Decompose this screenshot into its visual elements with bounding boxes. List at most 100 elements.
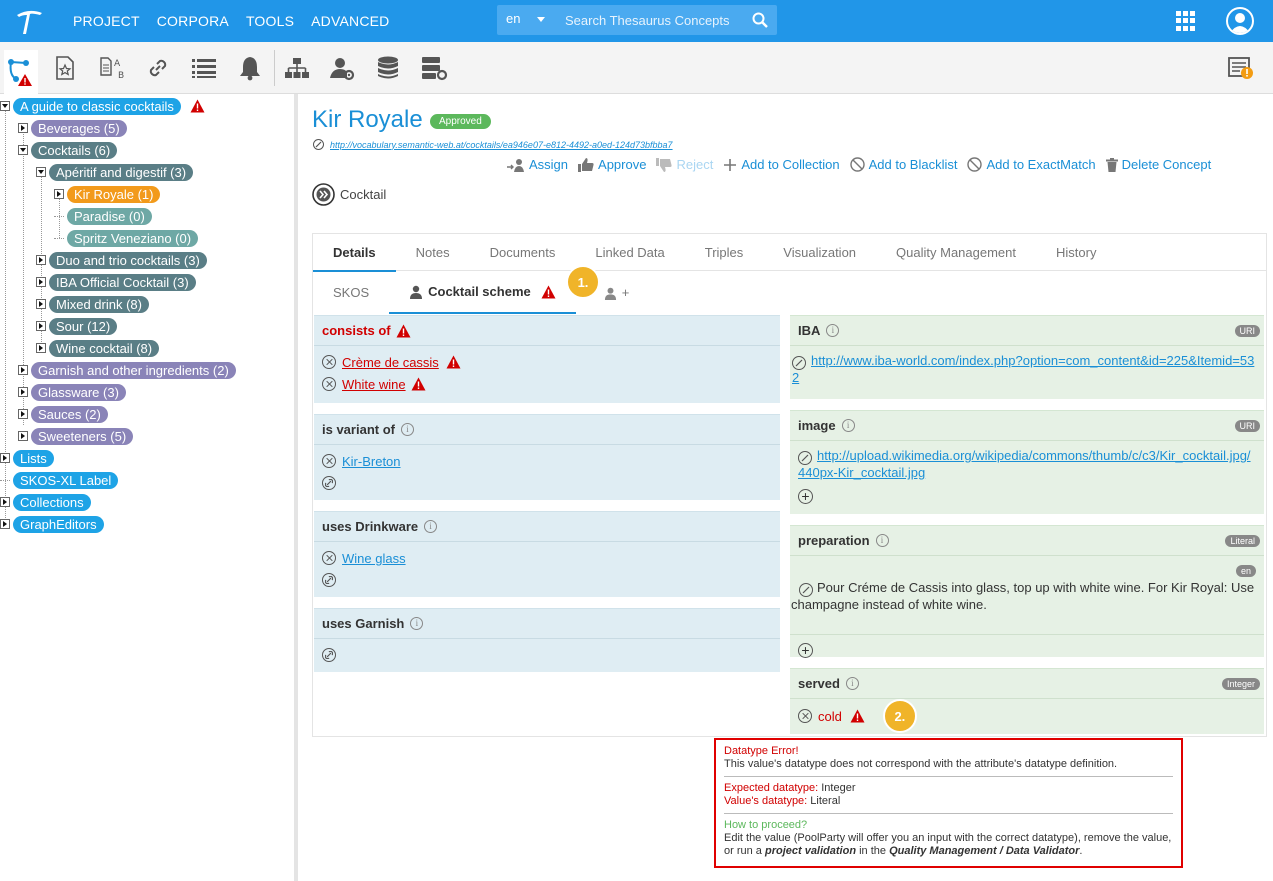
add-icon[interactable]: + <box>798 642 813 658</box>
tree-node[interactable]: Kir Royale (1) <box>54 185 161 203</box>
tree-node-label[interactable]: SKOS-XL Label <box>13 471 119 489</box>
info-icon[interactable]: i <box>410 617 424 630</box>
concept-uri-link[interactable]: http://vocabulary.semantic-web.at/cockta… <box>330 140 673 150</box>
nav-tools[interactable]: TOOLS <box>246 13 294 29</box>
tree-node-label[interactable]: Sweeteners (5) <box>31 427 134 445</box>
tree-node-label[interactable]: Spritz Veneziano (0) <box>67 229 199 247</box>
tab-details[interactable]: Details <box>313 234 396 272</box>
tree-node-label[interactable]: Cocktails (6) <box>31 141 118 159</box>
tab-quality-management[interactable]: Quality Management <box>876 234 1036 272</box>
tree-node[interactable]: Sour (12) <box>36 317 118 335</box>
tree-node[interactable]: Sweeteners (5) <box>18 427 134 445</box>
image-link[interactable]: http://upload.wikimedia.org/wikipedia/co… <box>798 448 1251 480</box>
remove-icon[interactable] <box>322 355 336 369</box>
tree-node[interactable]: Lists <box>0 449 54 467</box>
tree-node-label[interactable]: GraphEditors <box>13 515 104 533</box>
expand-icon[interactable] <box>18 431 28 441</box>
tab-cocktail-scheme[interactable]: Cocktail scheme <box>389 272 576 314</box>
remove-icon[interactable] <box>322 551 336 565</box>
expand-icon[interactable] <box>36 343 46 353</box>
expand-icon[interactable] <box>54 189 64 199</box>
search-icon[interactable] <box>743 5 777 35</box>
tree-node[interactable]: Wine cocktail (8) <box>36 339 160 357</box>
tree-node[interactable]: SKOS-XL Label <box>0 471 119 489</box>
user-settings-icon[interactable] <box>325 50 359 86</box>
tree-node-label[interactable]: Glassware (3) <box>31 383 126 401</box>
nav-corpora[interactable]: CORPORA <box>157 13 229 29</box>
tree-node[interactable]: Cocktails (6) <box>18 141 118 159</box>
tab-notes[interactable]: Notes <box>396 234 470 272</box>
tree-node[interactable]: Spritz Veneziano (0) <box>54 229 199 247</box>
expand-icon[interactable] <box>18 409 28 419</box>
tree-node-label[interactable]: Kir Royale (1) <box>67 185 161 203</box>
relation-link[interactable]: White wine <box>342 377 406 392</box>
collapse-icon[interactable] <box>0 101 10 111</box>
tree-node-label[interactable]: Mixed drink (8) <box>49 295 149 313</box>
language-select[interactable]: en <box>497 5 552 35</box>
add-to-blacklist-button[interactable]: Add to Blacklist <box>849 157 957 172</box>
bell-icon[interactable] <box>233 50 267 86</box>
edit-icon[interactable] <box>792 356 806 370</box>
tree-node[interactable]: Apéritif and digestif (3) <box>36 163 194 181</box>
expand-icon[interactable] <box>18 365 28 375</box>
tree-node[interactable]: Garnish and other ingredients (2) <box>18 361 236 379</box>
expand-icon[interactable] <box>18 123 28 133</box>
tree-node-label[interactable]: Apéritif and digestif (3) <box>49 163 194 181</box>
database-icon[interactable] <box>371 50 405 86</box>
tree-node-label[interactable]: IBA Official Cocktail (3) <box>49 273 196 291</box>
assign-button[interactable]: Assign <box>507 157 568 172</box>
tree-node[interactable]: Beverages (5) <box>18 119 127 137</box>
tree-node[interactable]: Collections <box>0 493 91 511</box>
expand-icon[interactable] <box>0 519 10 529</box>
user-avatar-icon[interactable] <box>1226 7 1254 35</box>
served-value[interactable]: cold <box>818 709 842 724</box>
tab-documents[interactable]: Documents <box>470 234 576 272</box>
server-settings-icon[interactable] <box>417 50 451 86</box>
info-icon[interactable]: i <box>875 534 889 547</box>
edit-icon[interactable] <box>313 139 324 150</box>
tree-node-label[interactable]: Lists <box>13 449 54 467</box>
tab-skos[interactable]: SKOS <box>313 272 389 314</box>
tab-linked-data[interactable]: Linked Data <box>575 234 684 272</box>
hierarchy-icon[interactable] <box>280 50 314 86</box>
tree-node-label[interactable]: Beverages (5) <box>31 119 127 137</box>
info-icon[interactable]: i <box>845 677 859 690</box>
approve-button[interactable]: Approve <box>578 157 646 172</box>
expand-icon[interactable] <box>0 497 10 507</box>
remove-icon[interactable] <box>322 454 336 468</box>
tree-node-label[interactable]: Sour (12) <box>49 317 118 335</box>
tree-node-label[interactable]: Garnish and other ingredients (2) <box>31 361 236 379</box>
tab-history[interactable]: History <box>1036 234 1116 272</box>
add-link-icon[interactable] <box>322 476 336 490</box>
list-icon[interactable] <box>187 50 221 86</box>
info-icon[interactable]: i <box>400 423 414 436</box>
favorite-document-icon[interactable] <box>48 50 82 86</box>
tree-node-label[interactable]: Duo and trio cocktails (3) <box>49 251 207 269</box>
delete-concept-button[interactable]: Delete Concept <box>1105 157 1211 172</box>
nav-project[interactable]: PROJECT <box>73 13 140 29</box>
tree-node-label[interactable]: A guide to classic cocktails <box>13 97 181 115</box>
info-icon[interactable]: i <box>424 520 438 533</box>
tree-node-label[interactable]: Collections <box>13 493 91 511</box>
expand-icon[interactable] <box>36 321 46 331</box>
nav-advanced[interactable]: ADVANCED <box>311 13 389 29</box>
tree-node[interactable]: A guide to classic cocktails <box>0 97 205 115</box>
tree-node[interactable]: Mixed drink (8) <box>36 295 149 313</box>
label-mapping-icon[interactable]: AB <box>95 50 129 86</box>
thesaurus-tree-icon[interactable] <box>4 50 38 94</box>
remove-icon[interactable] <box>322 377 336 391</box>
add-to-collection-button[interactable]: Add to Collection <box>723 157 840 172</box>
tree-node[interactable]: Sauces (2) <box>18 405 108 423</box>
remove-icon[interactable] <box>798 709 812 723</box>
relation-link[interactable]: Kir-Breton <box>342 454 401 469</box>
info-icon[interactable]: i <box>841 419 855 432</box>
expand-icon[interactable] <box>36 299 46 309</box>
expand-icon[interactable] <box>0 453 10 463</box>
notifications-warning-icon[interactable] <box>1224 50 1258 86</box>
collapse-icon[interactable] <box>18 145 28 155</box>
tree-node-label[interactable]: Paradise (0) <box>67 207 152 225</box>
search-input[interactable]: Search Thesaurus Concepts <box>552 13 743 28</box>
tree-node[interactable]: Duo and trio cocktails (3) <box>36 251 207 269</box>
expand-icon[interactable] <box>36 277 46 287</box>
iba-link[interactable]: http://www.iba-world.com/index.php?optio… <box>792 353 1254 385</box>
